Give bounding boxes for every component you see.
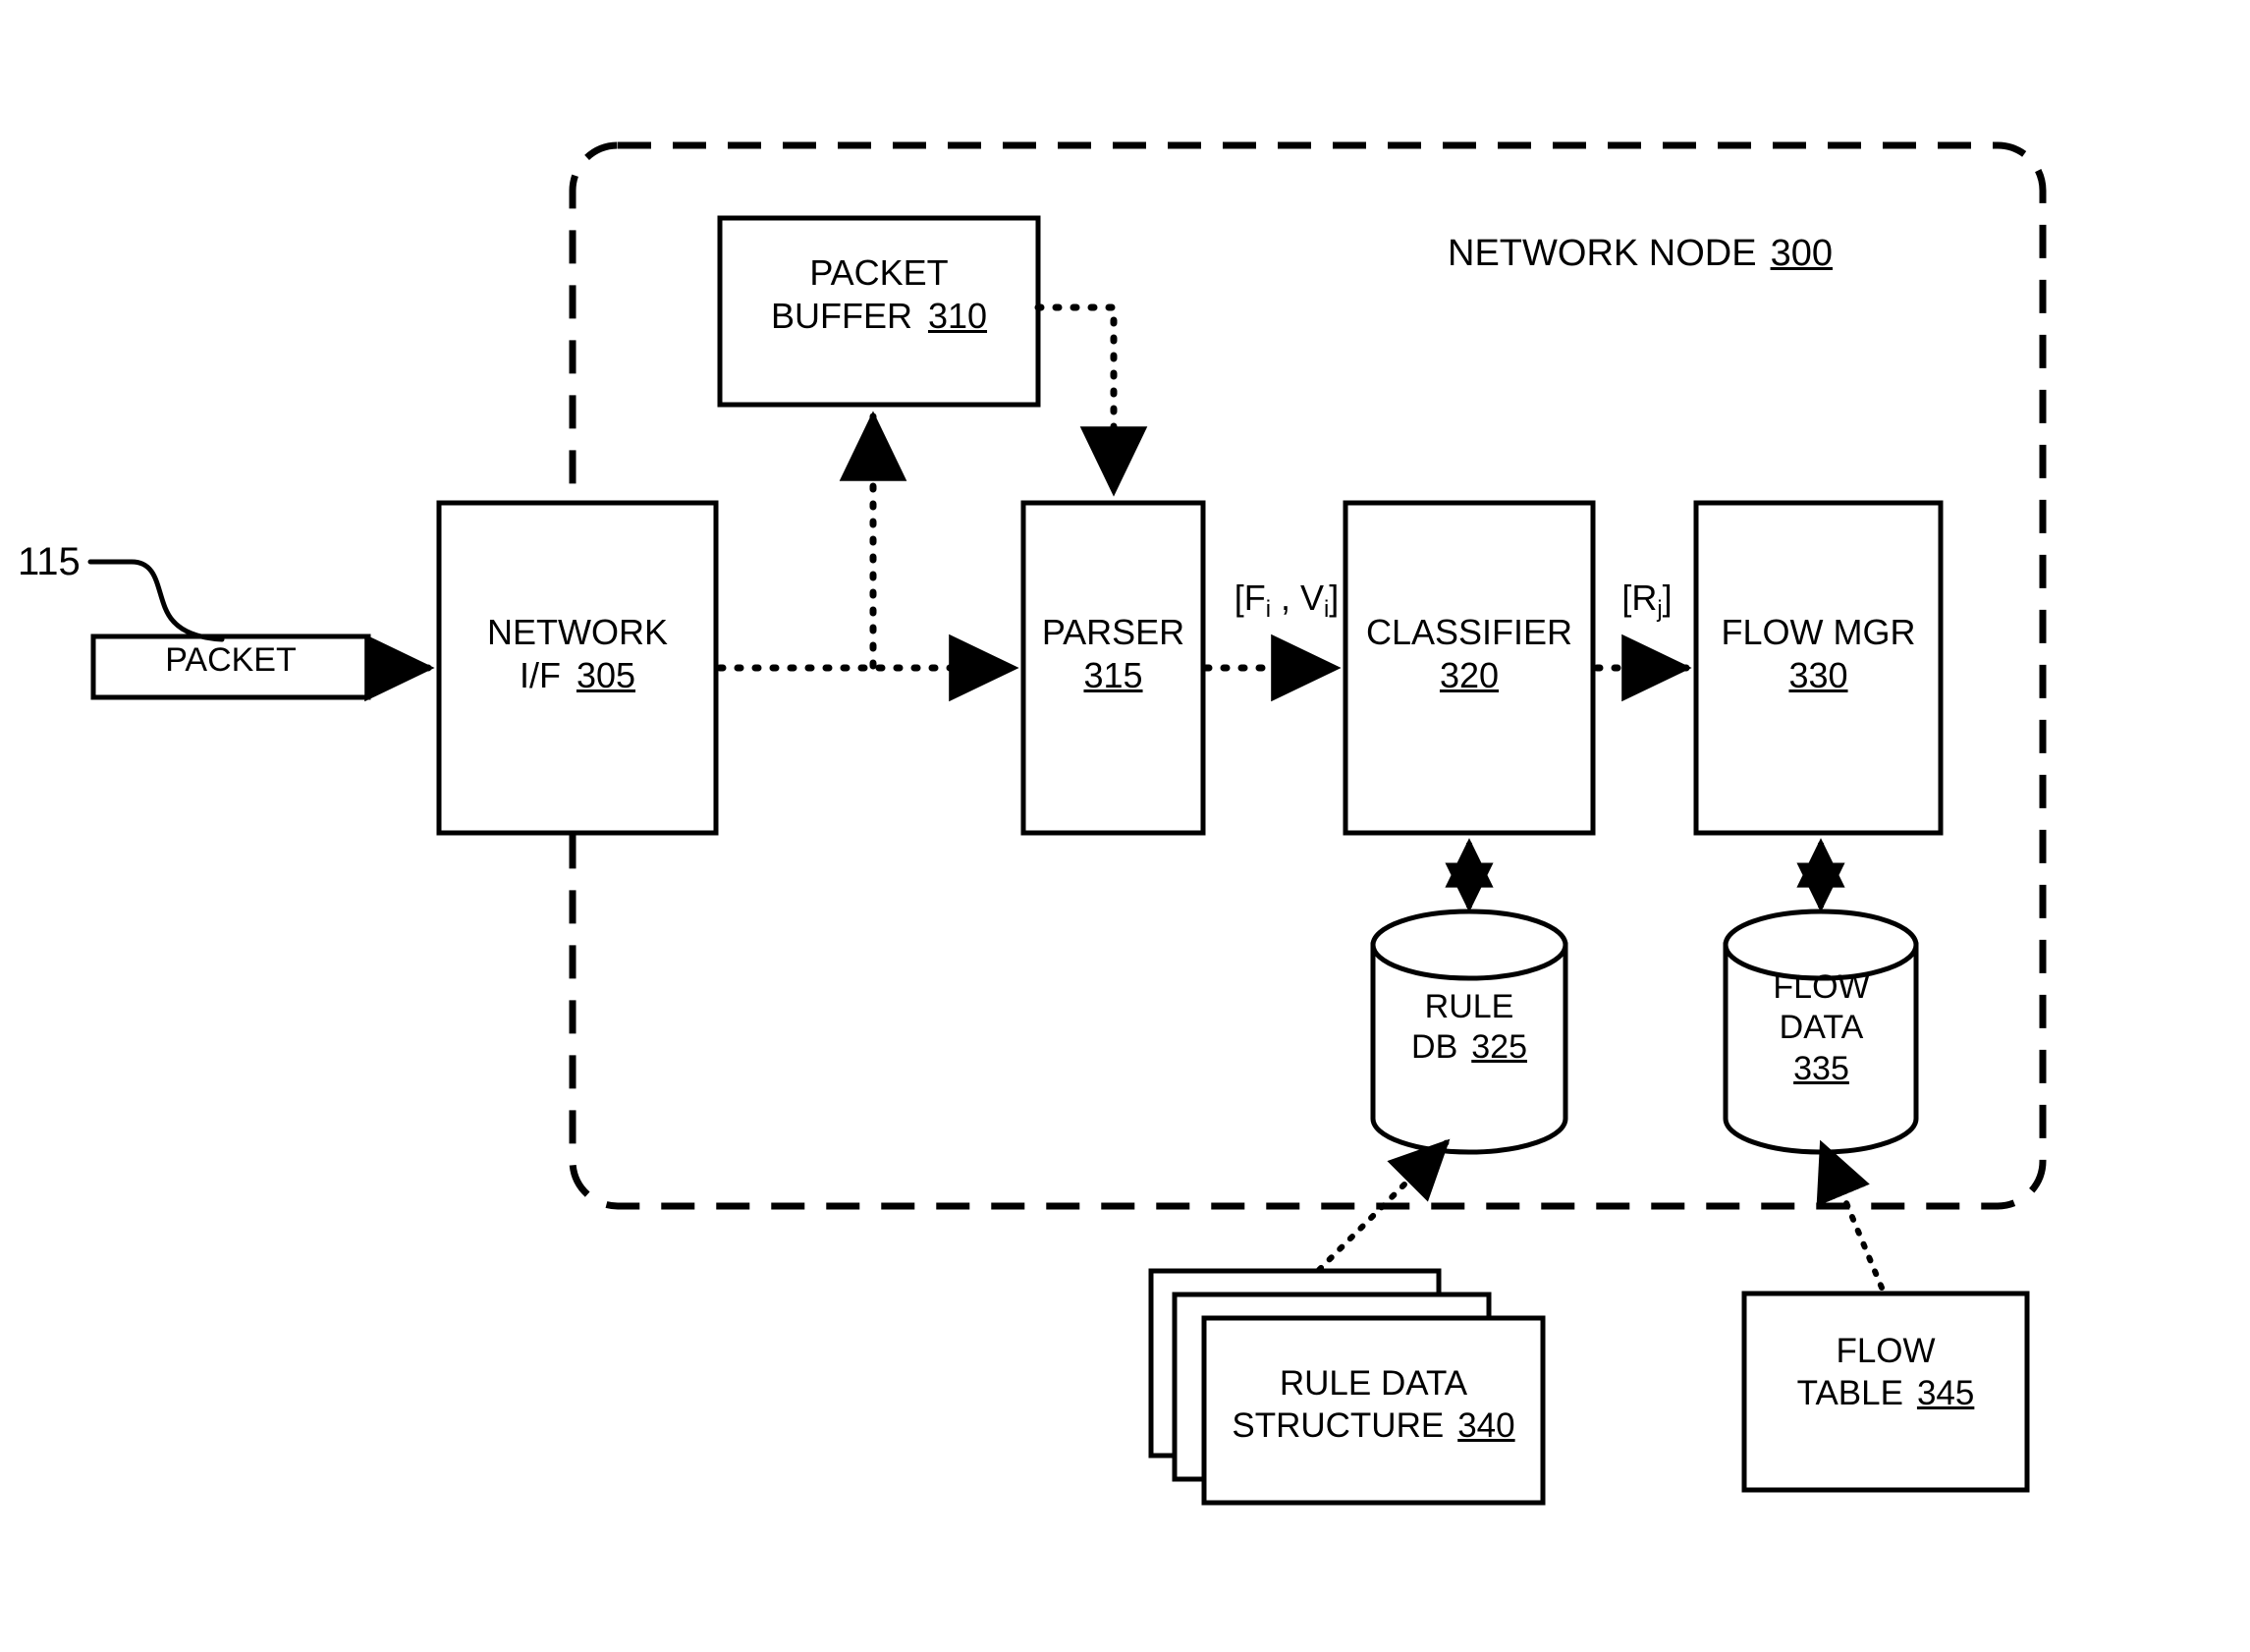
edge-label-fv-suffix: ]	[1329, 578, 1340, 618]
edge-flow-table-to-flow-data	[1816, 1139, 1885, 1291]
packet-ref-115: 115	[18, 540, 81, 583]
network-node-ref: 300	[1770, 233, 1833, 274]
packet-buffer-box-label: PACKET BUFFER 310	[720, 251, 1038, 338]
rule-data-structure-label: RULE DATA STRUCTURE 340	[1204, 1363, 1543, 1447]
flow-data-line2: DATA	[1779, 1009, 1864, 1047]
rule-db-line1: RULE	[1424, 988, 1514, 1025]
classifier-line1: CLASSIFIER	[1365, 612, 1573, 652]
classifier-ref: 320	[1439, 654, 1500, 695]
flow-table-ref: 345	[1916, 1373, 1975, 1412]
rule-db-ref: 325	[1471, 1028, 1527, 1067]
flow-data-ref: 335	[1793, 1049, 1849, 1087]
network-if-box-label: NETWORK I/F 305	[439, 611, 716, 697]
figure-canvas: NETWORK NODE 300 115 PACKET NETWORK I/F 30…	[0, 0, 2250, 1652]
network-if-ref: 305	[576, 654, 636, 695]
rule-data-structure-line1: RULE DATA	[1279, 1364, 1468, 1403]
flow-table-label: FLOW TABLE 345	[1744, 1331, 2027, 1414]
parser-box-label: PARSER 315	[1014, 611, 1213, 697]
packet-box-label: PACKET	[165, 641, 297, 679]
edge-label-fv-prefix: [F	[1234, 578, 1266, 618]
network-node-title-text: NETWORK NODE	[1448, 233, 1757, 274]
flow-mgr-line1: FLOW MGR	[1721, 612, 1916, 652]
edge-label-parser-classifier: [Fi , Vi]	[1208, 577, 1365, 625]
network-if-line2: I/F	[519, 654, 561, 695]
rule-db-label: RULE DB 325	[1365, 987, 1573, 1069]
packet-buffer-ref: 310	[927, 295, 988, 336]
edge-label-r-prefix: [R	[1621, 578, 1658, 618]
edge-label-classifier-flow-mgr: [Rj]	[1593, 577, 1701, 625]
parser-line1: PARSER	[1041, 612, 1185, 652]
rule-db-line2: DB	[1411, 1028, 1458, 1067]
rule-data-structure-ref: 340	[1457, 1405, 1515, 1445]
flow-mgr-ref: 330	[1788, 654, 1848, 695]
flow-data-line1: FLOW	[1773, 968, 1870, 1006]
edge-label-r-suffix: ]	[1662, 578, 1673, 618]
edge-label-fv-middle: , V	[1270, 578, 1324, 618]
ref-115-leader-line	[87, 559, 225, 642]
flow-data-label: FLOW DATA 335	[1721, 967, 1922, 1089]
packet-buffer-line2: BUFFER	[770, 295, 912, 336]
flow-mgr-box-label: FLOW MGR 330	[1696, 611, 1941, 697]
network-if-line1: NETWORK	[487, 612, 668, 652]
classifier-box-label: CLASSIFIER 320	[1345, 611, 1593, 697]
network-node-title: NETWORK NODE 300	[1434, 231, 1846, 276]
rule-data-structure-line2: STRUCTURE	[1232, 1405, 1445, 1445]
edge-packet-buffer-to-parser	[1034, 303, 1148, 497]
parser-ref: 315	[1083, 654, 1143, 695]
flow-table-line1: FLOW	[1836, 1332, 1936, 1370]
flow-table-line2: TABLE	[1796, 1373, 1903, 1412]
packet-buffer-line1: PACKET	[809, 252, 949, 293]
